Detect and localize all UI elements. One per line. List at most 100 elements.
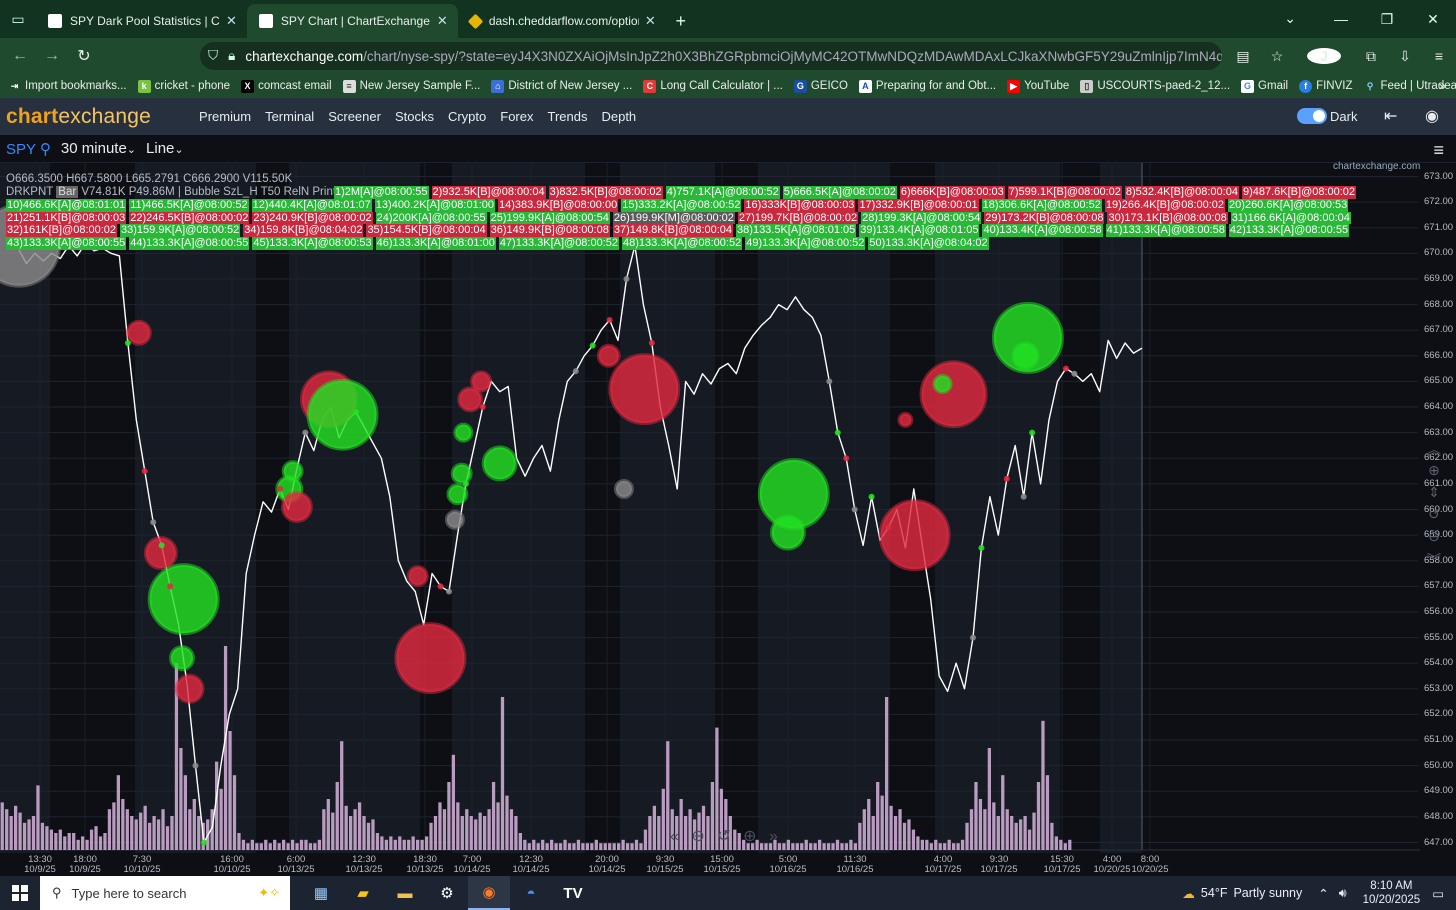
nav-forex[interactable]: Forex — [500, 109, 533, 124]
bookmark-item[interactable]: G GEICO — [793, 79, 848, 93]
chartexchange-logo[interactable]: chartexchange — [6, 105, 151, 129]
pan-icon[interactable]: ⇕ — [1424, 484, 1444, 506]
menu-icon[interactable]: ≡ — [1422, 48, 1456, 64]
volume-icon[interactable]: 🔊︎ — [1339, 886, 1347, 901]
sticky-notes-app-icon[interactable]: ▰ — [342, 876, 384, 910]
bookmark-item[interactable]: k cricket - phone — [137, 79, 230, 93]
volume-bar — [1010, 816, 1014, 850]
more-bookmarks-chevron-icon[interactable]: » — [1439, 78, 1446, 93]
scroll-up-icon[interactable]: ︽ — [1424, 440, 1444, 462]
zoom-in-icon[interactable]: ⊕ — [743, 828, 756, 845]
scroll-right-icon[interactable]: » — [769, 828, 778, 845]
mail-app-icon[interactable]: ◓ — [510, 876, 552, 910]
dark-pool-bubble — [306, 378, 379, 451]
dark-mode-toggle[interactable] — [1297, 108, 1327, 124]
prints-row: 21)251.1K[B]@08:00:03 22)246.5K[B]@08:00:… — [6, 211, 1354, 225]
volume-bar — [545, 843, 549, 850]
close-tab-icon[interactable]: ✕ — [226, 13, 237, 29]
bookmark-item[interactable]: ⇥ Import bookmarks... — [8, 80, 127, 93]
restore-icon[interactable]: ❐ — [1364, 11, 1410, 28]
volume-bar — [621, 839, 625, 850]
nav-screener[interactable]: Screener — [328, 109, 381, 124]
volume-bar — [853, 843, 857, 850]
calculator-app-icon[interactable]: ▦ — [300, 876, 342, 910]
tab-list-chevron-icon[interactable]: ⌄ — [1284, 10, 1296, 27]
user-icon[interactable]: ◉ — [1425, 106, 1439, 126]
price-chart[interactable]: 13:3010/9/2518:0010/9/257:3010/10/2516:0… — [0, 163, 1456, 876]
browser-tab-dark-pool[interactable]: SPY Dark Pool Statistics | ChartE ✕ — [36, 4, 247, 38]
notifications-icon[interactable]: ▭ — [1432, 886, 1444, 901]
reload-icon[interactable]: ↻ — [68, 46, 100, 66]
symbol-selector[interactable]: SPY ⚲ — [6, 140, 51, 158]
volume-bar — [98, 836, 103, 850]
downloads-icon[interactable]: ⇩ — [1388, 48, 1422, 65]
browser-tab-cheddarflow[interactable]: dash.cheddarflow.com/options- ✕ — [458, 4, 666, 38]
zoom-in-icon[interactable]: ⊕ — [1424, 462, 1444, 484]
nav-trends[interactable]: Trends — [547, 109, 587, 124]
nav-crypto[interactable]: Crypto — [448, 109, 486, 124]
profile-button[interactable]: J — [1294, 48, 1354, 64]
volume-bar — [429, 822, 433, 850]
volume-bar — [219, 788, 223, 850]
lock-icon: 🔒︎ — [228, 48, 236, 63]
bookmark-item[interactable]: G Gmail — [1241, 79, 1288, 93]
bookmark-item[interactable]: ⌂ District of New Jersey ... — [491, 79, 632, 93]
settings-app-icon[interactable]: ⚙ — [426, 876, 468, 910]
tradingview-app-icon[interactable]: TV — [552, 876, 594, 910]
volume-bar — [813, 843, 817, 850]
bookmark-item[interactable]: ▯ USCOURTS-paed-2_12... — [1080, 79, 1230, 93]
bookmark-item[interactable]: f FINVIZ — [1299, 79, 1353, 93]
clock[interactable]: 8:10 AM 10/20/2025 — [1363, 879, 1421, 907]
bookmark-item[interactable]: C Long Call Calculator | ... — [643, 79, 783, 93]
x-tick-date: 10/10/25 — [214, 864, 251, 875]
volume-bar — [518, 833, 522, 850]
volume-bar — [500, 697, 505, 850]
reader-view-icon[interactable]: ▤ — [1226, 48, 1260, 65]
minimize-icon[interactable]: — — [1318, 11, 1364, 27]
tab-actions-icon[interactable]: ▭ — [0, 0, 36, 38]
url-path: /chart/nyse-spy/?state=eyJ4X3N0ZXAiOjMsI… — [363, 48, 1222, 64]
volume-bar — [826, 843, 831, 850]
volume-bar — [0, 802, 4, 850]
nav-depth[interactable]: Depth — [601, 109, 636, 124]
taskbar-search-input[interactable]: ⚲ Type here to search ✦✧ — [40, 876, 290, 910]
nav-terminal[interactable]: Terminal — [265, 109, 314, 124]
volume-bar — [871, 816, 875, 850]
interval-selector[interactable]: 30 minute⌄ — [61, 140, 136, 157]
volume-bar — [800, 843, 804, 850]
new-tab-icon[interactable]: + — [666, 4, 696, 38]
reset-icon[interactable]: ↺ — [1424, 506, 1444, 528]
reset-icon[interactable]: ↺ — [717, 828, 730, 845]
tray-chevron-icon[interactable]: ⌃ — [1318, 886, 1328, 901]
weather-icon[interactable]: ☁ — [1182, 886, 1195, 901]
close-tab-icon[interactable]: ✕ — [645, 13, 656, 29]
scroll-left-icon[interactable]: « — [670, 828, 679, 845]
login-icon[interactable]: ⇤ — [1384, 106, 1397, 126]
y-tick-label: 666.00 — [1424, 349, 1454, 361]
forward-icon[interactable]: → — [36, 47, 68, 65]
zoom-out-icon[interactable]: ⊖ — [691, 828, 704, 845]
bookmark-item[interactable]: Xcomcast email — [241, 79, 332, 93]
chart-style-selector[interactable]: Line⌄ — [146, 140, 184, 157]
browser-tab-spy-chart[interactable]: SPY Chart | ChartExchange ✕ — [246, 4, 458, 38]
y-tick-label: 653.00 — [1424, 682, 1454, 694]
windows-start-icon[interactable] — [0, 885, 40, 901]
bookmark-item[interactable]: ≡ New Jersey Sample F... — [342, 79, 480, 93]
bookmark-star-icon[interactable]: ☆ — [1260, 48, 1294, 65]
zoom-out-icon[interactable]: ⊖ — [1424, 528, 1444, 550]
file-explorer-app-icon[interactable]: ▬ — [384, 876, 426, 910]
url-input[interactable]: ⛉ 🔒︎ chartexchange.com/chart/nyse-spy/?s… — [200, 42, 1222, 70]
bookmark-item[interactable]: A Preparing for and Obt... — [858, 79, 996, 93]
extensions-icon[interactable]: ⧉ — [1354, 48, 1388, 65]
x-tick-date: 10/14/25 — [454, 864, 491, 875]
scroll-down-icon[interactable]: ︾ — [1424, 550, 1444, 572]
back-icon[interactable]: ← — [4, 47, 36, 65]
close-tab-icon[interactable]: ✕ — [437, 13, 448, 29]
y-tick-label: 650.00 — [1424, 759, 1454, 771]
close-window-icon[interactable]: ✕ — [1410, 11, 1456, 28]
nav-stocks[interactable]: Stocks — [395, 109, 434, 124]
firefox-app-icon[interactable]: ◉ — [468, 876, 510, 910]
nav-premium[interactable]: Premium — [199, 109, 251, 124]
chart-menu-icon[interactable]: ≡ — [1433, 140, 1444, 161]
bookmark-item[interactable]: ▶ YouTube — [1007, 79, 1069, 93]
